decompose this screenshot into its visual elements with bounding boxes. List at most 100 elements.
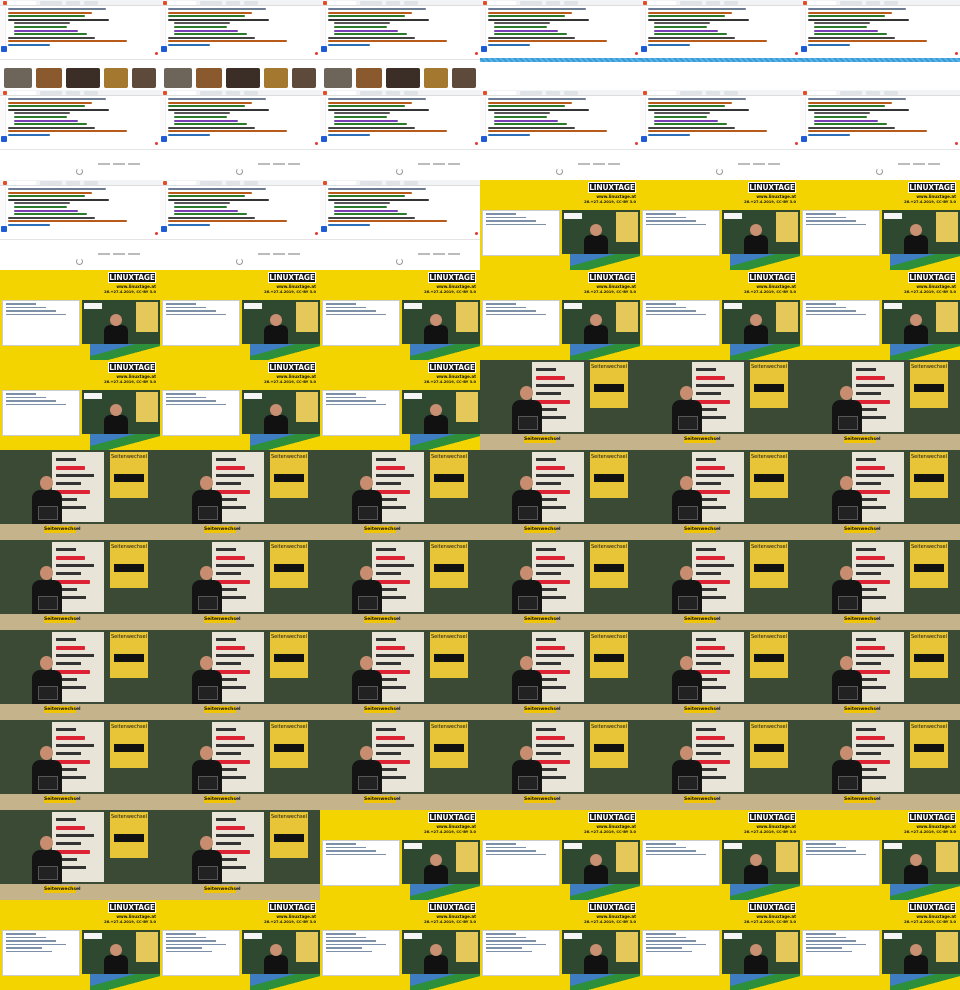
video-frame[interactable] (480, 90, 640, 180)
run-button[interactable] (481, 46, 487, 52)
slide-url: www.linuxtage.at (436, 914, 476, 919)
video-frame[interactable]: LINUXTAGE www.linuxtage.at 26.+27.4.2019, … (800, 270, 960, 360)
run-button[interactable] (1, 46, 7, 52)
video-frame[interactable]: Seitenwechsel Seitenwechsel (320, 720, 480, 810)
toolbar-item (128, 163, 140, 165)
video-frame[interactable]: LINUXTAGE www.linuxtage.at 26.+27.4.2019, … (320, 360, 480, 450)
name-badge: Seitenwechsel (204, 706, 241, 713)
video-frame[interactable]: Seitenwechsel Seitenwechsel (320, 630, 480, 720)
video-frame[interactable]: LINUXTAGE www.linuxtage.at 26.+27.4.2019, … (0, 360, 160, 450)
video-frame[interactable]: Seitenwechsel Seitenwechsel (480, 360, 640, 450)
run-button[interactable] (801, 46, 807, 52)
video-frame[interactable]: Seitenwechsel Seitenwechsel (800, 540, 960, 630)
video-frame[interactable]: Seitenwechsel Seitenwechsel (0, 630, 160, 720)
poster-logo (434, 654, 464, 662)
video-frame[interactable] (160, 180, 320, 270)
video-frame[interactable]: Seitenwechsel Seitenwechsel (480, 630, 640, 720)
video-frame[interactable]: LINUXTAGE www.linuxtage.at 26.+27.4.2019, … (800, 810, 960, 900)
video-frame[interactable] (800, 90, 960, 180)
video-frame[interactable]: LINUXTAGE www.linuxtage.at 26.+27.4.2019, … (160, 270, 320, 360)
video-frame[interactable] (800, 0, 960, 90)
run-button[interactable] (161, 46, 167, 52)
video-frame[interactable]: Seitenwechsel Seitenwechsel (800, 450, 960, 540)
video-frame[interactable]: Seitenwechsel Seitenwechsel (480, 720, 640, 810)
video-frame[interactable] (320, 0, 480, 90)
video-frame[interactable]: Seitenwechsel Seitenwechsel (0, 450, 160, 540)
video-frame[interactable]: LINUXTAGE www.linuxtage.at 26.+27.4.2019, … (640, 180, 800, 270)
speaker-body (744, 235, 768, 254)
video-frame[interactable]: LINUXTAGE www.linuxtage.at 26.+27.4.2019, … (800, 900, 960, 990)
run-button[interactable] (321, 226, 327, 232)
video-frame[interactable]: Seitenwechsel Seitenwechsel (640, 540, 800, 630)
video-frame[interactable]: LINUXTAGE www.linuxtage.at 26.+27.4.2019, … (160, 360, 320, 450)
video-frame[interactable]: LINUXTAGE www.linuxtage.at 26.+27.4.2019, … (640, 900, 800, 990)
speaker-head (200, 746, 213, 760)
video-frame[interactable] (320, 90, 480, 180)
video-frame[interactable]: LINUXTAGE www.linuxtage.at 26.+27.4.2019, … (480, 180, 640, 270)
favicon-icon (323, 181, 327, 185)
run-button[interactable] (481, 136, 487, 142)
run-button[interactable] (801, 136, 807, 142)
video-frame[interactable]: Seitenwechsel Seitenwechsel (160, 810, 320, 900)
video-frame[interactable]: LINUXTAGE www.linuxtage.at 26.+27.4.2019, … (640, 810, 800, 900)
video-frame[interactable] (0, 180, 160, 270)
video-frame[interactable]: LINUXTAGE www.linuxtage.at 26.+27.4.2019, … (480, 810, 640, 900)
poster-line (216, 458, 236, 461)
video-frame[interactable]: LINUXTAGE www.linuxtage.at 26.+27.4.2019, … (640, 270, 800, 360)
video-frame[interactable]: Seitenwechsel Seitenwechsel (160, 720, 320, 810)
poster-line (216, 654, 254, 657)
video-frame[interactable] (320, 180, 480, 270)
code-line (808, 11, 892, 14)
text-line (806, 843, 837, 845)
video-frame[interactable] (0, 0, 160, 90)
browser-tab (404, 1, 418, 5)
video-frame[interactable]: LINUXTAGE www.linuxtage.at 26.+27.4.2019, … (320, 810, 480, 900)
video-frame[interactable]: Seitenwechsel Seitenwechsel (0, 810, 160, 900)
video-frame[interactable]: Seitenwechsel Seitenwechsel (640, 360, 800, 450)
run-button[interactable] (1, 226, 7, 232)
run-button[interactable] (321, 46, 327, 52)
video-frame[interactable]: Seitenwechsel Seitenwechsel (0, 540, 160, 630)
video-frame[interactable] (160, 0, 320, 90)
run-button[interactable] (321, 136, 327, 142)
video-frame[interactable]: Seitenwechsel Seitenwechsel (800, 720, 960, 810)
video-frame[interactable]: LINUXTAGE www.linuxtage.at 26.+27.4.2019, … (320, 270, 480, 360)
video-frame[interactable] (160, 90, 320, 180)
video-frame[interactable]: Seitenwechsel Seitenwechsel (480, 540, 640, 630)
video-frame[interactable]: Seitenwechsel Seitenwechsel (640, 630, 800, 720)
video-frame[interactable]: LINUXTAGE www.linuxtage.at 26.+27.4.2019, … (160, 900, 320, 990)
run-button[interactable] (641, 136, 647, 142)
video-frame[interactable]: Seitenwechsel Seitenwechsel (160, 630, 320, 720)
video-frame[interactable] (480, 0, 640, 90)
video-frame[interactable]: LINUXTAGE www.linuxtage.at 26.+27.4.2019, … (0, 900, 160, 990)
run-button[interactable] (1, 136, 7, 142)
video-frame[interactable]: LINUXTAGE www.linuxtage.at 26.+27.4.2019, … (480, 270, 640, 360)
video-frame[interactable]: LINUXTAGE www.linuxtage.at 26.+27.4.2019, … (320, 900, 480, 990)
speaker-body (264, 415, 288, 434)
poster-line (856, 384, 894, 387)
video-frame[interactable]: Seitenwechsel Seitenwechsel (160, 540, 320, 630)
video-frame[interactable] (640, 0, 800, 90)
video-frame[interactable]: Seitenwechsel Seitenwechsel (160, 450, 320, 540)
video-frame[interactable]: LINUXTAGE www.linuxtage.at 26.+27.4.2019, … (480, 900, 640, 990)
video-frame[interactable] (640, 90, 800, 180)
video-frame[interactable]: Seitenwechsel Seitenwechsel (800, 630, 960, 720)
video-frame[interactable] (0, 90, 160, 180)
code-line (328, 40, 447, 43)
video-frame[interactable]: Seitenwechsel Seitenwechsel (320, 450, 480, 540)
video-frame[interactable]: LINUXTAGE www.linuxtage.at 26.+27.4.2019, … (0, 270, 160, 360)
video-frame[interactable]: Seitenwechsel Seitenwechsel (640, 450, 800, 540)
speaker-camera (722, 840, 800, 884)
video-frame[interactable]: Seitenwechsel Seitenwechsel (0, 720, 160, 810)
run-button[interactable] (641, 46, 647, 52)
video-frame[interactable]: Seitenwechsel Seitenwechsel (800, 360, 960, 450)
linuxtage-poster: Seitenwechsel (590, 722, 628, 768)
video-frame[interactable]: Seitenwechsel Seitenwechsel (480, 450, 640, 540)
video-frame[interactable]: Seitenwechsel Seitenwechsel (640, 720, 800, 810)
editor-gutter (160, 7, 166, 47)
run-button[interactable] (161, 136, 167, 142)
video-frame[interactable]: LINUXTAGE www.linuxtage.at 26.+27.4.2019, … (800, 180, 960, 270)
run-button[interactable] (161, 226, 167, 232)
video-frame[interactable]: Seitenwechsel Seitenwechsel (320, 540, 480, 630)
poster-line (376, 744, 414, 747)
